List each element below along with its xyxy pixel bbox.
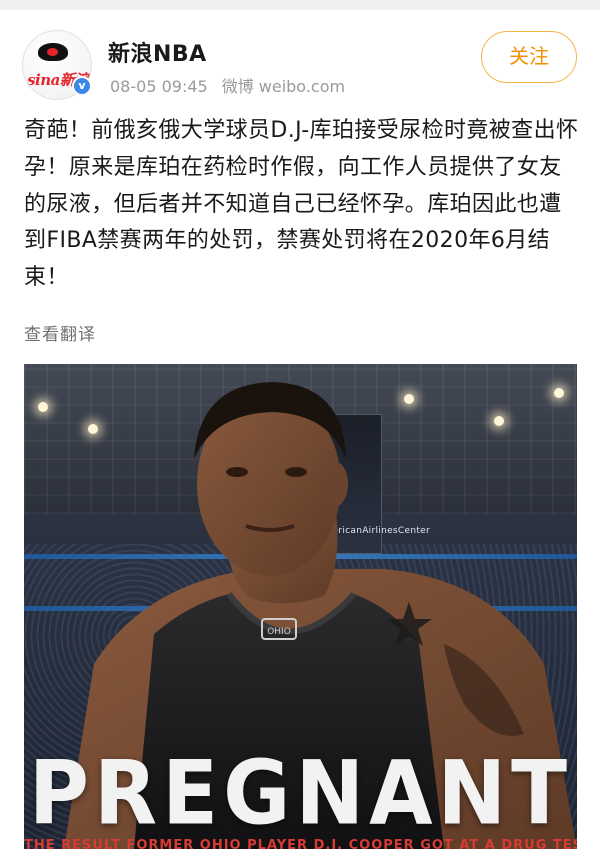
image-subheadline: THE RESULT FORMER OHIO PLAYER D.J. COOPE… (24, 838, 577, 849)
status-bar-strip (0, 0, 600, 10)
post-meta: 08-05 09:45 微博 weibo.com (110, 73, 345, 97)
account-name[interactable]: 新浪NBA (108, 36, 207, 68)
verified-badge-icon: v (72, 76, 92, 96)
post-source: 微博 weibo.com (221, 77, 346, 96)
sina-eye-logo-icon (38, 43, 68, 61)
view-translation-link[interactable]: 查看翻译 (24, 320, 96, 345)
image-headline: PREGNANT (28, 742, 573, 846)
follow-button[interactable]: 关注 (481, 31, 577, 83)
post-image[interactable]: AmericanAirlinesCenter OHIO PREGNANT THE… (24, 364, 577, 849)
jersey-logo-text: OHIO (267, 627, 291, 637)
post-body-text: 奇葩！前俄亥俄大学球员D.J-库珀接受尿检时竟被查出怀孕！原来是库珀在药检时作假… (24, 118, 579, 291)
post-timestamp: 08-05 09:45 (110, 77, 208, 96)
